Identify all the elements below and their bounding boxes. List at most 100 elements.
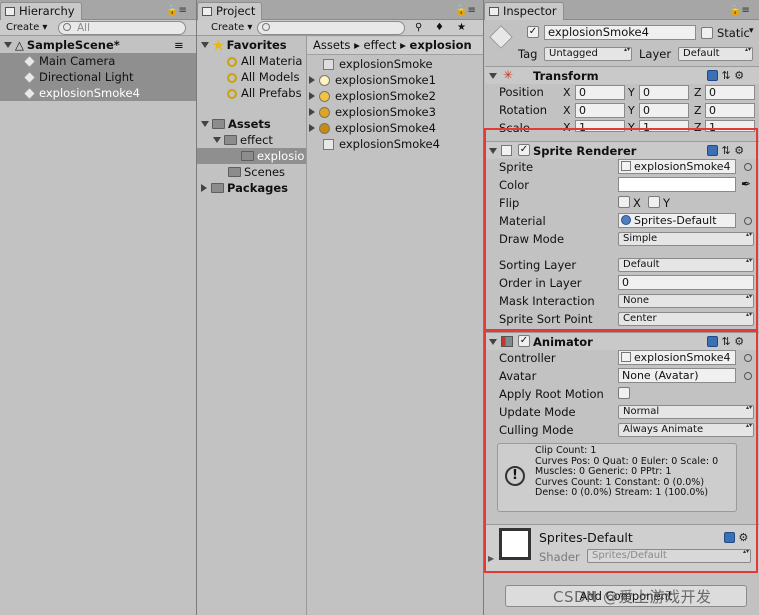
file-item[interactable]: explosionSmoke4 <box>309 136 440 152</box>
expand-icon[interactable] <box>4 42 12 48</box>
file-item[interactable]: explosionSmoke4 <box>309 120 436 136</box>
assets-row[interactable]: Assets <box>201 116 271 132</box>
favorite-star-icon[interactable]: ★ <box>453 21 470 35</box>
expand-icon[interactable] <box>309 108 315 116</box>
project-toolbar: Create ▾ ⚲ ♦ ★ <box>197 20 483 36</box>
file-label: explosionSmoke4 <box>335 121 436 135</box>
file-label: explosionSmoke <box>339 57 433 71</box>
filter-type-icon[interactable]: ⚲ <box>411 21 426 35</box>
rotation-z-field[interactable]: 0 <box>705 103 755 118</box>
filter-label-icon[interactable]: ♦ <box>431 21 448 35</box>
tab-hierarchy[interactable]: Hierarchy <box>0 2 82 20</box>
favorite-item[interactable]: All Prefabs <box>227 85 302 101</box>
axis-x: X <box>563 86 571 99</box>
create-label: Create <box>211 22 245 33</box>
transform-header[interactable]: ✳ Transform ⇅ ⚙ <box>485 66 759 84</box>
packages-label: Packages <box>227 181 288 195</box>
file-item[interactable]: explosionSmoke2 <box>309 88 436 104</box>
tree-divider[interactable] <box>306 36 307 615</box>
collapse-icon[interactable] <box>201 184 207 192</box>
sprite-sheet-icon <box>319 91 330 102</box>
file-item[interactable]: explosionSmoke3 <box>309 104 436 120</box>
watermark-text: CSDN @爱上游戏开发 <box>553 588 712 606</box>
tab-project-label: Project <box>216 4 256 18</box>
position-x-field[interactable]: 0 <box>575 85 625 100</box>
info-icon <box>489 7 499 16</box>
search-placeholder: All <box>77 22 91 34</box>
project-tabstrip: Project 🔒≡ <box>197 0 483 20</box>
sprite-sheet-icon <box>319 107 330 118</box>
highlight-animator <box>484 330 758 573</box>
position-label: Position <box>499 85 544 99</box>
transform-title: Transform <box>533 69 599 83</box>
panel-menu-icon[interactable]: 🔒≡ <box>166 5 187 16</box>
folder-icon <box>211 183 224 193</box>
search-input[interactable]: All <box>58 21 186 35</box>
list-icon <box>5 7 15 16</box>
favorite-item[interactable]: All Models <box>227 69 299 85</box>
create-button[interactable]: Create ▾ <box>207 21 256 35</box>
hierarchy-item[interactable]: Directional Light <box>0 69 196 85</box>
folder-effect[interactable]: effect <box>213 132 273 148</box>
create-button[interactable]: Create ▾ <box>2 21 51 35</box>
tab-inspector[interactable]: Inspector <box>484 2 564 20</box>
tab-project[interactable]: Project <box>197 2 263 20</box>
axis-x: X <box>563 104 571 117</box>
breadcrumb-item[interactable]: Assets <box>313 38 350 52</box>
position-y-field[interactable]: 0 <box>639 85 689 100</box>
assets-label: Assets <box>228 117 271 131</box>
static-checkbox[interactable] <box>701 27 713 39</box>
project-search-input[interactable] <box>257 21 405 35</box>
scene-row[interactable]: △ SampleScene* ≡ <box>0 37 196 53</box>
breadcrumb-item[interactable]: explosion <box>410 38 472 52</box>
file-item[interactable]: explosionSmoke <box>309 56 433 72</box>
hierarchy-item-selected[interactable]: explosionSmoke4 <box>0 85 196 101</box>
expand-icon[interactable] <box>309 76 315 84</box>
folder-label: effect <box>240 133 273 147</box>
favorite-label: All Prefabs <box>241 86 302 100</box>
layer-dropdown[interactable]: Default <box>678 47 753 61</box>
project-panel: Project 🔒≡ Create ▾ ⚲ ♦ ★ ★ Favorites All… <box>197 0 483 615</box>
favorites-row[interactable]: ★ Favorites <box>201 37 287 54</box>
packages-row[interactable]: Packages <box>201 180 288 196</box>
help-book-icon[interactable] <box>707 70 718 81</box>
folder-icon <box>212 119 225 129</box>
tab-hierarchy-label: Hierarchy <box>19 4 75 18</box>
panel-menu-icon[interactable]: 🔒≡ <box>729 5 750 16</box>
expand-icon[interactable] <box>201 121 209 127</box>
axis-z: Z <box>694 104 702 117</box>
expand-icon[interactable] <box>309 124 315 132</box>
gameobject-icon <box>23 71 36 84</box>
folder-explosion-selected[interactable]: explosio <box>197 148 306 164</box>
breadcrumb-item[interactable]: effect <box>364 38 397 52</box>
expand-icon[interactable] <box>489 73 497 79</box>
item-label: Directional Light <box>39 70 134 84</box>
rotation-y-field[interactable]: 0 <box>639 103 689 118</box>
panel-menu-icon[interactable]: 🔒≡ <box>455 5 476 16</box>
object-name-field[interactable]: explosionSmoke4 <box>544 25 696 40</box>
tag-dropdown[interactable]: Untagged <box>544 47 632 61</box>
folder-scenes[interactable]: Scenes <box>228 164 285 180</box>
file-item[interactable]: explosionSmoke1 <box>309 72 436 88</box>
active-checkbox[interactable]: ✓ <box>527 26 539 38</box>
folder-label: Scenes <box>244 165 286 179</box>
create-label: Create <box>6 22 40 33</box>
expand-icon[interactable] <box>201 42 209 48</box>
rotation-label: Rotation <box>499 103 548 117</box>
position-z-field[interactable]: 0 <box>705 85 755 100</box>
scene-menu-icon[interactable]: ≡ <box>174 37 184 53</box>
rotation-x-field[interactable]: 0 <box>575 103 625 118</box>
expand-icon[interactable] <box>213 137 221 143</box>
file-label: explosionSmoke2 <box>335 89 436 103</box>
folder-icon <box>241 151 254 161</box>
favorite-item[interactable]: All Materia <box>227 53 302 69</box>
item-label: explosionSmoke4 <box>39 86 140 100</box>
axis-y: Y <box>628 86 635 99</box>
expand-icon[interactable] <box>309 92 315 100</box>
favorite-label: All Materia <box>241 54 303 68</box>
layer-label: Layer <box>639 47 672 61</box>
favorites-label: Favorites <box>226 38 287 52</box>
hierarchy-item[interactable]: Main Camera <box>0 53 196 69</box>
component-actions[interactable]: ⇅ ⚙ <box>707 69 744 82</box>
static-dropdown-icon[interactable]: ▾ <box>749 26 754 36</box>
